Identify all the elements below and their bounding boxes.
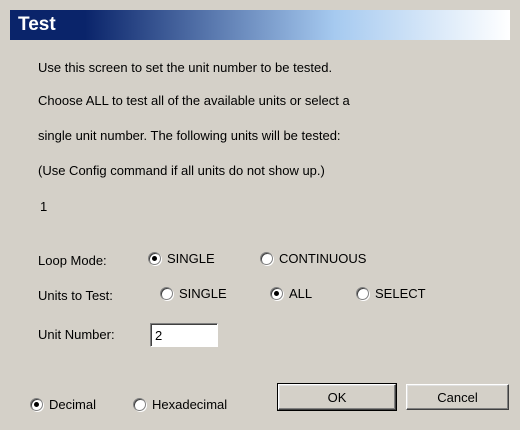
radio-unselected-icon: [260, 252, 273, 265]
loop-mode-single-label: SINGLE: [167, 251, 215, 266]
format-decimal-radio[interactable]: Decimal: [30, 397, 96, 412]
format-decimal-label: Decimal: [49, 397, 96, 412]
units-select-label: SELECT: [375, 286, 426, 301]
radio-selected-icon: [30, 398, 43, 411]
format-hexadecimal-label: Hexadecimal: [152, 397, 228, 412]
instruction-line-3: single unit number. The following units …: [38, 128, 341, 143]
units-single-radio[interactable]: SINGLE: [160, 286, 227, 301]
radio-unselected-icon: [160, 287, 173, 300]
radio-unselected-icon: [133, 398, 146, 411]
instruction-line-1: Use this screen to set the unit number t…: [38, 60, 333, 75]
format-hexadecimal-radio[interactable]: Hexadecimal: [133, 397, 227, 412]
units-all-label: ALL: [289, 286, 313, 301]
title-bar[interactable]: Test: [10, 10, 510, 40]
window-title: Test: [18, 14, 56, 35]
units-all-radio[interactable]: ALL: [270, 286, 312, 301]
loop-mode-single-radio[interactable]: SINGLE: [148, 251, 215, 266]
unit-number-label: Unit Number:: [38, 327, 115, 342]
radio-unselected-icon: [356, 287, 369, 300]
loop-mode-continuous-label: CONTINUOUS: [279, 251, 367, 266]
radio-selected-icon: [148, 252, 161, 265]
loop-mode-continuous-radio[interactable]: CONTINUOUS: [260, 251, 366, 266]
units-list: 1: [40, 199, 48, 214]
units-select-radio[interactable]: SELECT: [356, 286, 426, 301]
test-dialog: Test Use this screen to set the unit num…: [0, 0, 520, 430]
instruction-line-4: (Use Config command if all units do not …: [38, 163, 325, 178]
unit-number-field[interactable]: [150, 323, 218, 347]
loop-mode-label: Loop Mode:: [38, 253, 107, 268]
ok-button[interactable]: OK: [277, 383, 397, 411]
radio-selected-icon: [270, 287, 283, 300]
instruction-line-2: Choose ALL to test all of the available …: [38, 93, 350, 108]
cancel-button[interactable]: Cancel: [406, 384, 509, 410]
units-single-label: SINGLE: [179, 286, 227, 301]
units-to-test-label: Units to Test:: [38, 288, 113, 303]
